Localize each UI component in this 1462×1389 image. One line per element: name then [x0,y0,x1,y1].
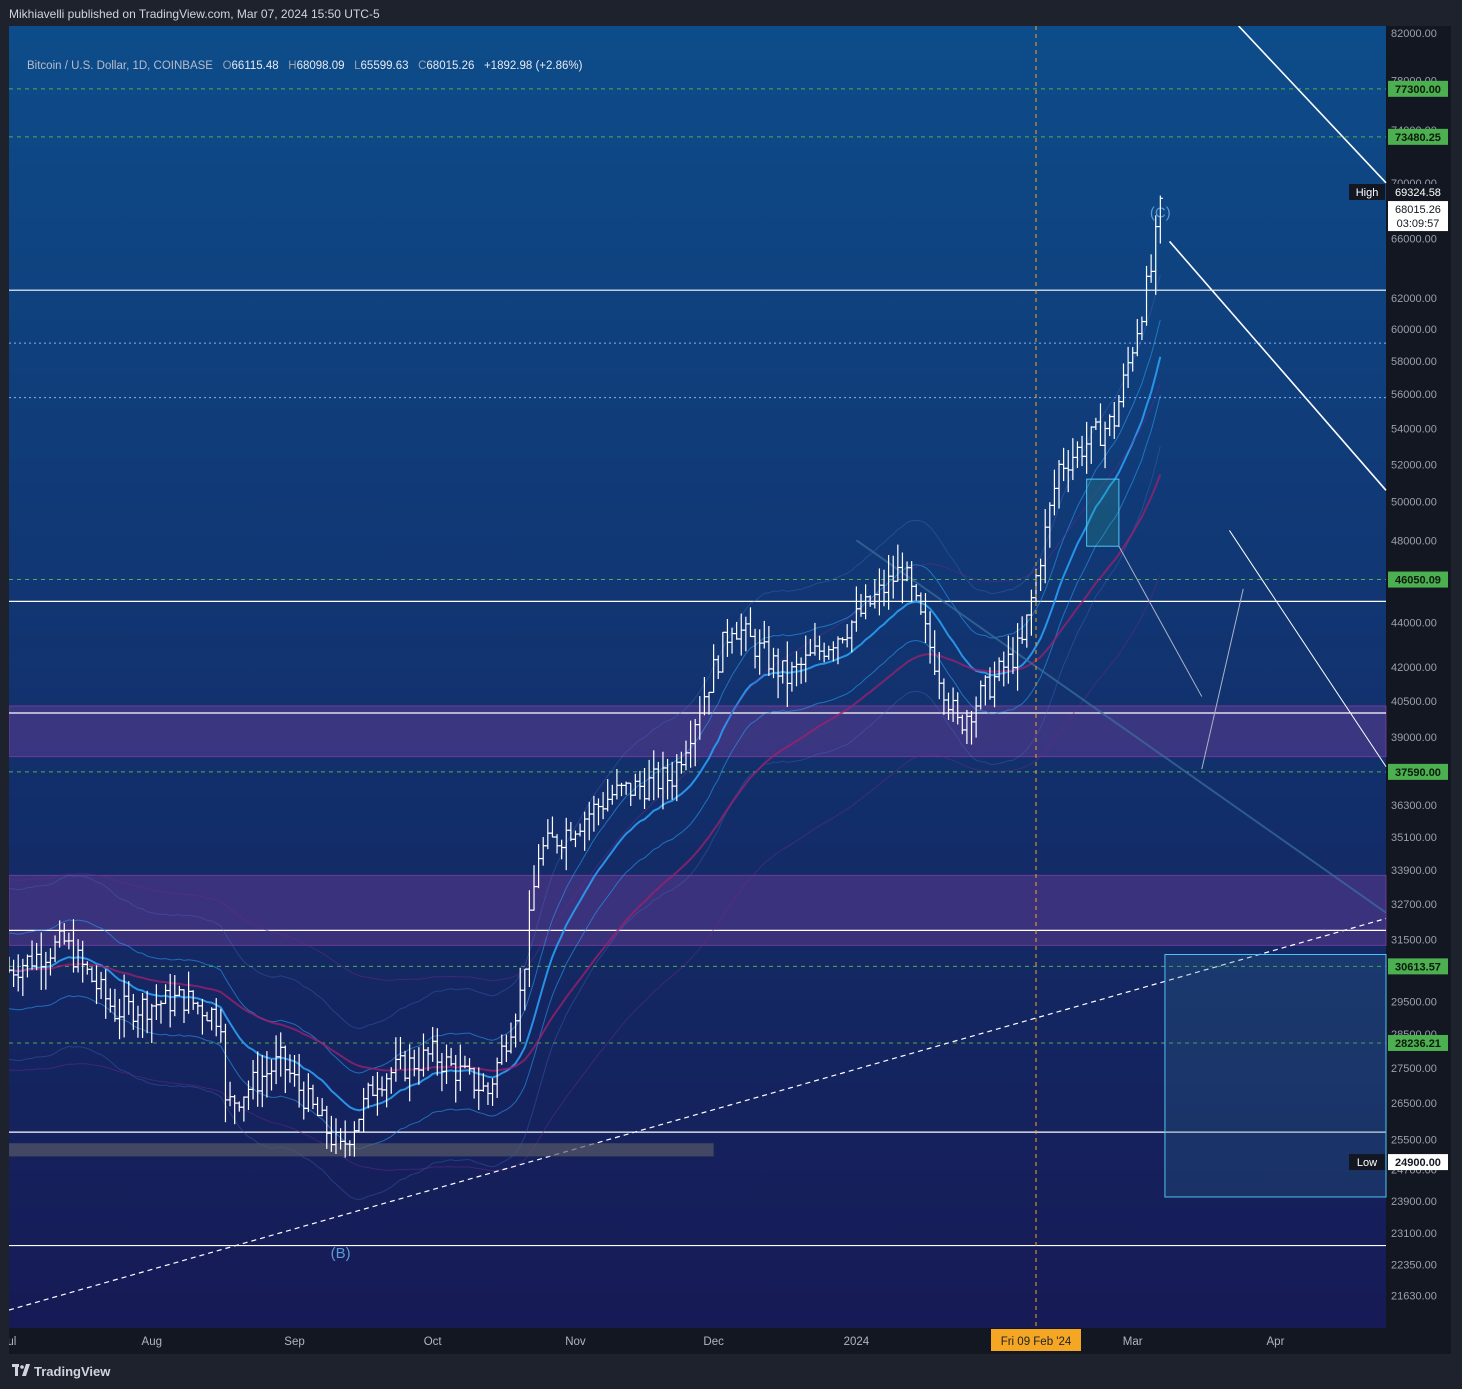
high-label: H [288,60,297,72]
price-axis-tick: 62000.00 [1391,293,1437,305]
price-axis-tick: 36300.00 [1391,800,1437,812]
countdown-text: 03:09:57 [1397,218,1440,230]
chart-area[interactable]: (B)(C) Fri 09 Feb '24 82000.0078000.0074… [9,26,1451,1354]
price-axis-tick: 23900.00 [1391,1196,1437,1208]
tradingview-logo-icon [12,1364,30,1376]
symbol-legend: Bitcoin / U.S. Dollar, 1D, COINBASE O661… [27,60,582,72]
price-axis-tick: 21630.00 [1391,1290,1437,1302]
price-axis-tick: 42000.00 [1391,662,1437,674]
price-axis-tick: 39000.00 [1391,732,1437,744]
price-axis-tick: 29500.00 [1391,996,1437,1008]
level-price-tag-text: 46050.09 [1395,575,1441,587]
price-axis-tick: 58000.00 [1391,356,1437,368]
price-axis-tick: 50000.00 [1391,497,1437,509]
close-value: 68015.26 [426,60,475,72]
crosshair-date-label: Fri 09 Feb '24 [1001,1336,1072,1348]
price-chart[interactable]: (B)(C) Fri 09 Feb '24 82000.0078000.0074… [9,26,1451,1354]
price-axis-tick: 27500.00 [1391,1063,1437,1075]
change-value: +1892.98 (+2.86%) [483,60,583,72]
low-value: 65599.63 [360,60,409,72]
wave-label-1: (B) [331,1245,351,1262]
level-price-tag-text: 37590.00 [1395,767,1441,779]
price-axis-tick: 25500.00 [1391,1135,1437,1147]
price-axis-tick: 26500.00 [1391,1098,1437,1110]
time-axis-tick: Nov [565,1336,586,1348]
time-axis-tick: Dec [703,1336,724,1348]
time-axis-tick: Jul [9,1336,16,1348]
gray-range-bar [9,1143,714,1157]
level-price-tag-text: 28236.21 [1395,1038,1441,1050]
published-text: Mikhiavelli published on TradingView.com… [9,7,380,21]
high-value-text: 69324.58 [1395,187,1441,199]
price-axis-tick: 48000.00 [1391,535,1437,547]
time-axis-tick: Apr [1267,1336,1285,1348]
price-axis-tick: 40500.00 [1391,696,1437,708]
price-axis-tick: 23100.00 [1391,1228,1437,1240]
footer-bar: TradingView [0,1354,1462,1389]
open-label: O [222,60,232,72]
time-axis-background [9,1328,1451,1354]
time-axis-tick: Oct [424,1336,443,1348]
last-price-text: 68015.26 [1395,204,1441,216]
high-label-text: High [1356,187,1379,199]
price-axis-tick: 44000.00 [1391,618,1437,630]
price-axis-tick: 32700.00 [1391,899,1437,911]
price-axis-tick: 54000.00 [1391,424,1437,436]
symbol-name: Bitcoin / U.S. Dollar, 1D, COINBASE [27,60,213,72]
level-price-tag-text: 30613.57 [1395,961,1441,973]
low-label-text: Low [1357,1157,1377,1169]
price-axis-tick: 56000.00 [1391,389,1437,401]
support-zone-2 [9,874,1387,946]
price-axis-tick: 33900.00 [1391,865,1437,877]
price-axis-tick: 22350.00 [1391,1259,1437,1271]
price-axis-tick: 35100.00 [1391,832,1437,844]
price-axis-tick: 60000.00 [1391,324,1437,336]
price-axis-tick: 31500.00 [1391,934,1437,946]
price-axis-tick: 82000.00 [1391,28,1437,40]
open-value: 66115.48 [231,60,279,72]
high-value: 68098.09 [296,60,345,72]
time-axis-tick: Aug [142,1336,162,1348]
level-price-tag-text: 73480.25 [1395,132,1441,144]
low-value-text: 24900.00 [1395,1157,1441,1169]
publisher-bar: Mikhiavelli published on TradingView.com… [0,0,1462,26]
level-price-tag-text: 77300.00 [1395,84,1441,96]
time-axis-tick: 2024 [844,1336,870,1348]
time-axis-tick: Sep [284,1336,304,1348]
price-axis-tick: 66000.00 [1391,234,1437,246]
footer-brand[interactable]: TradingView [34,1364,110,1379]
price-axis-tick: 52000.00 [1391,459,1437,471]
consolidation-box [1086,478,1120,547]
time-axis-tick: Mar [1123,1336,1143,1348]
